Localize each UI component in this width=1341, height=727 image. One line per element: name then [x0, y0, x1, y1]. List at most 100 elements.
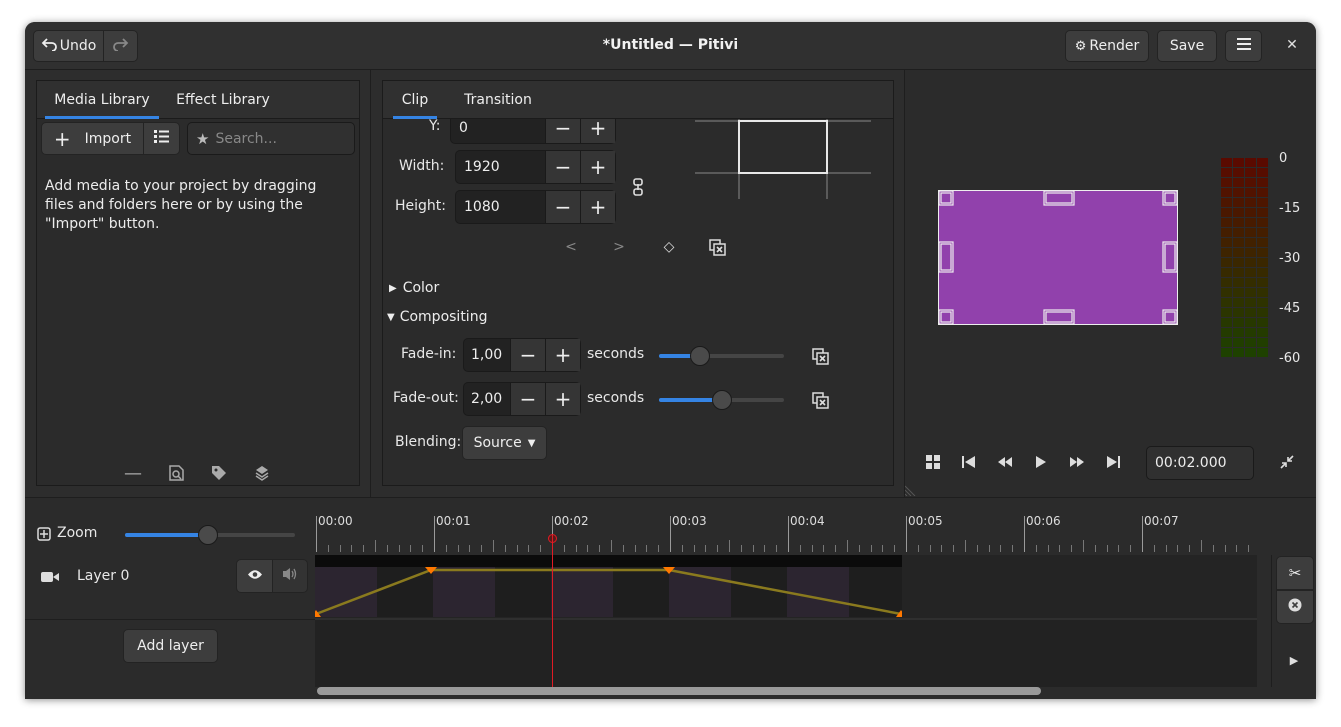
fadein-decrement-button[interactable]: − — [510, 339, 545, 371]
fadeout-slider-knob[interactable] — [711, 390, 732, 410]
rewind-icon[interactable] — [995, 452, 1015, 472]
zoom-slider[interactable] — [125, 525, 295, 545]
add-layer-label: Add layer — [137, 638, 204, 654]
fadein-value[interactable]: 1,00 — [464, 339, 510, 371]
ruler-minor-tick — [811, 545, 813, 552]
ruler-label: 00:01 — [436, 514, 471, 528]
go-to-start-icon[interactable] — [959, 452, 979, 472]
ruler-minor-tick — [1106, 545, 1108, 552]
fadein-increment-button[interactable]: + — [545, 339, 580, 371]
close-window-icon[interactable]: ✕ — [1279, 32, 1305, 58]
zoom-slider-knob[interactable] — [198, 525, 218, 545]
expand-toolbar-icon[interactable]: ▶ — [1284, 650, 1304, 670]
tab-transition[interactable]: Transition — [455, 81, 541, 119]
delete-icon — [1288, 598, 1302, 616]
audio-level-meter — [1221, 158, 1269, 358]
meter-cell — [1245, 268, 1256, 277]
toggle-keyframe-icon[interactable]: ◇ — [659, 237, 679, 257]
timeline-ruler[interactable]: 00:00 00:01 00:02 00:03 00:04 00:05 00:06 00:07 — [315, 512, 1257, 552]
width-value[interactable]: 1920 — [456, 151, 545, 183]
list-view-button[interactable] — [143, 122, 180, 155]
ruler-minor-tick — [752, 545, 754, 552]
meter-cell — [1221, 188, 1232, 197]
tab-clip[interactable]: Clip — [393, 81, 437, 119]
remove-media-icon[interactable]: — — [123, 463, 143, 484]
meter-label-0: 0 — [1279, 151, 1288, 166]
width-increment-button[interactable]: + — [580, 151, 615, 183]
split-clip-button[interactable]: ✂ — [1276, 556, 1314, 590]
timeline-scrollbar[interactable] — [317, 687, 1041, 695]
toggle-video-visibility-button[interactable] — [236, 559, 273, 593]
compositing-expander[interactable]: ▼ Compositing — [387, 309, 487, 325]
main-menu-button[interactable] — [1225, 30, 1262, 62]
tracks-area[interactable] — [315, 535, 1257, 687]
ruler-minor-tick — [445, 545, 447, 552]
fadeout-value[interactable]: 2,00 — [464, 383, 510, 415]
previous-keyframe-button[interactable]: < — [561, 237, 581, 257]
tab-effect-library[interactable]: Effect Library — [167, 81, 279, 119]
compositing-section-label: Compositing — [399, 309, 488, 325]
render-label: Render — [1089, 38, 1140, 54]
search-field[interactable]: ★ Search... — [187, 122, 355, 155]
insert-at-end-icon[interactable] — [252, 463, 272, 483]
position-preview-widget[interactable] — [695, 119, 871, 199]
toggle-audio-button[interactable] — [272, 559, 308, 593]
playhead[interactable] — [552, 535, 553, 687]
meter-cell — [1233, 328, 1244, 337]
fadein-slider[interactable] — [659, 346, 784, 366]
preview-media-icon[interactable] — [166, 463, 186, 483]
meter-cell — [1221, 168, 1232, 177]
fast-forward-icon[interactable] — [1067, 452, 1087, 472]
fadein-spinbutton[interactable]: 1,00 − + — [463, 338, 581, 372]
height-decrement-button[interactable]: − — [545, 191, 580, 223]
go-to-end-icon[interactable] — [1103, 452, 1123, 472]
delete-clip-button[interactable] — [1276, 590, 1314, 624]
render-button[interactable]: ⚙ Render — [1065, 30, 1149, 62]
timecode-value[interactable]: 00:02.000 — [1155, 455, 1227, 471]
tag-icon[interactable] — [209, 463, 229, 483]
fadein-label: Fade-in: — [401, 346, 457, 362]
height-increment-button[interactable]: + — [580, 191, 615, 223]
timecode-field[interactable]: 00:02.000 — [1146, 446, 1254, 480]
play-icon[interactable] — [1031, 452, 1051, 472]
meter-cell — [1221, 178, 1232, 187]
video-clip[interactable] — [315, 555, 902, 617]
fadein-slider-knob[interactable] — [690, 346, 711, 366]
blending-dropdown[interactable]: Source ▼ — [462, 426, 547, 460]
preview-handles[interactable] — [938, 190, 1178, 325]
layer-name[interactable]: Layer 0 — [77, 568, 129, 584]
fadeout-spinbutton[interactable]: 2,00 − + — [463, 382, 581, 416]
width-spinbutton[interactable]: 1920 − + — [455, 150, 616, 184]
reset-fadeout-icon[interactable] — [810, 390, 830, 410]
color-expander[interactable]: ▶ Color — [389, 280, 439, 296]
opacity-keyframe-curve[interactable] — [315, 555, 902, 617]
ruler-minor-tick — [504, 545, 506, 552]
fadeout-decrement-button[interactable]: − — [510, 383, 545, 415]
fadeout-slider[interactable] — [659, 390, 784, 410]
zoom-fit-icon[interactable] — [36, 526, 52, 542]
ruler-label: 00:03 — [672, 514, 707, 528]
ruler-minor-tick — [575, 545, 577, 552]
save-button[interactable]: Save — [1157, 30, 1217, 62]
height-spinbutton[interactable]: 1080 − + — [455, 190, 616, 224]
height-value[interactable]: 1080 — [456, 191, 545, 223]
width-decrement-button[interactable]: − — [545, 151, 580, 183]
grid-layout-icon[interactable] — [923, 452, 943, 472]
ruler-minor-tick — [1177, 545, 1179, 552]
ruler-minor-tick — [363, 545, 365, 552]
meter-cell — [1245, 308, 1256, 317]
meter-cell — [1233, 318, 1244, 327]
link-aspect-icon[interactable] — [628, 177, 648, 197]
next-keyframe-button[interactable]: > — [609, 237, 629, 257]
import-button[interactable]: + Import — [41, 122, 144, 155]
undock-viewer-icon[interactable] — [1277, 452, 1297, 472]
tab-media-library[interactable]: Media Library — [45, 81, 159, 119]
meter-cell — [1257, 238, 1268, 247]
reset-fadein-icon[interactable] — [810, 346, 830, 366]
fadeout-increment-button[interactable]: + — [545, 383, 580, 415]
meter-label-60: -60 — [1279, 351, 1301, 366]
resize-grip-icon[interactable] — [904, 482, 919, 497]
add-layer-button[interactable]: Add layer — [123, 629, 218, 663]
meter-cell — [1233, 198, 1244, 207]
reset-transform-icon[interactable] — [707, 237, 727, 257]
